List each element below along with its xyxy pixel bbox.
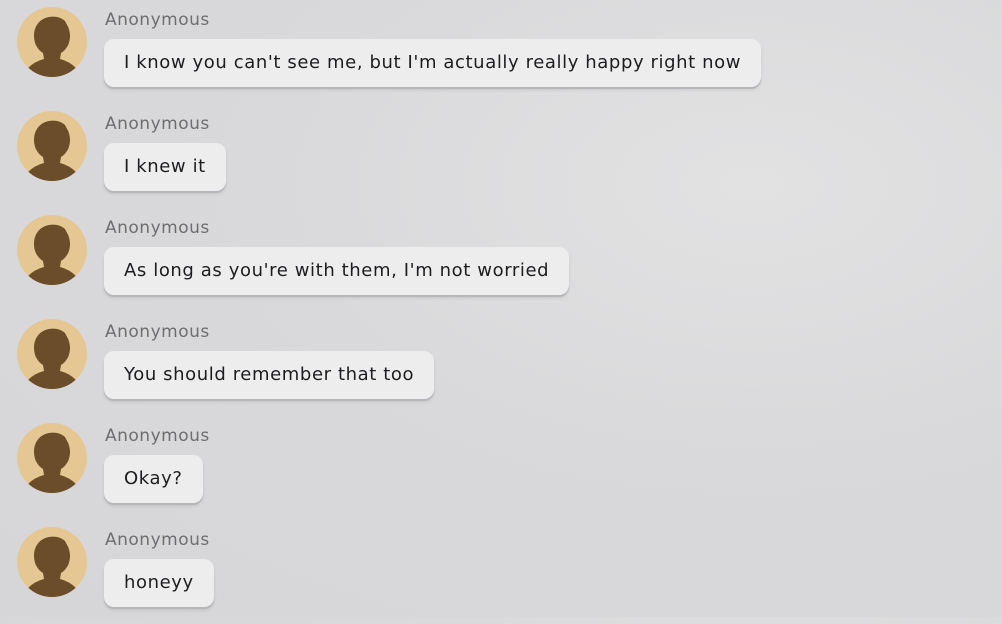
chat-message: Anonymous honeyy bbox=[0, 520, 1002, 624]
message-bubble: You should remember that too bbox=[104, 351, 435, 399]
avatar bbox=[17, 7, 87, 77]
user-silhouette-icon bbox=[23, 224, 81, 285]
user-silhouette-icon bbox=[23, 120, 81, 181]
sender-name: Anonymous bbox=[105, 218, 210, 238]
avatar bbox=[17, 423, 87, 493]
chat-message: Anonymous Okay? bbox=[0, 416, 1002, 520]
chat-message: Anonymous As long as you're with them, I… bbox=[0, 208, 1002, 312]
sender-name: Anonymous bbox=[105, 426, 210, 446]
chat-message: Anonymous I know you can't see me, but I… bbox=[0, 0, 1002, 104]
message-bubble: As long as you're with them, I'm not wor… bbox=[104, 247, 570, 295]
sender-name: Anonymous bbox=[105, 322, 210, 342]
avatar bbox=[17, 527, 87, 597]
user-silhouette-icon bbox=[23, 16, 81, 77]
sender-name: Anonymous bbox=[105, 10, 210, 30]
chat-message: Anonymous You should remember that too bbox=[0, 312, 1002, 416]
sender-name: Anonymous bbox=[105, 530, 210, 550]
user-silhouette-icon bbox=[23, 328, 81, 389]
chat-message-list: Anonymous I know you can't see me, but I… bbox=[0, 0, 1002, 617]
message-bubble: Okay? bbox=[104, 455, 203, 503]
user-silhouette-icon bbox=[23, 536, 81, 597]
avatar bbox=[17, 215, 87, 285]
message-bubble: I know you can't see me, but I'm actuall… bbox=[104, 39, 762, 87]
sender-name: Anonymous bbox=[105, 114, 210, 134]
avatar bbox=[17, 319, 87, 389]
message-bubble: honeyy bbox=[104, 559, 214, 607]
chat-message: Anonymous I knew it bbox=[0, 104, 1002, 208]
avatar bbox=[17, 111, 87, 181]
message-bubble: I knew it bbox=[104, 143, 226, 191]
user-silhouette-icon bbox=[23, 432, 81, 493]
